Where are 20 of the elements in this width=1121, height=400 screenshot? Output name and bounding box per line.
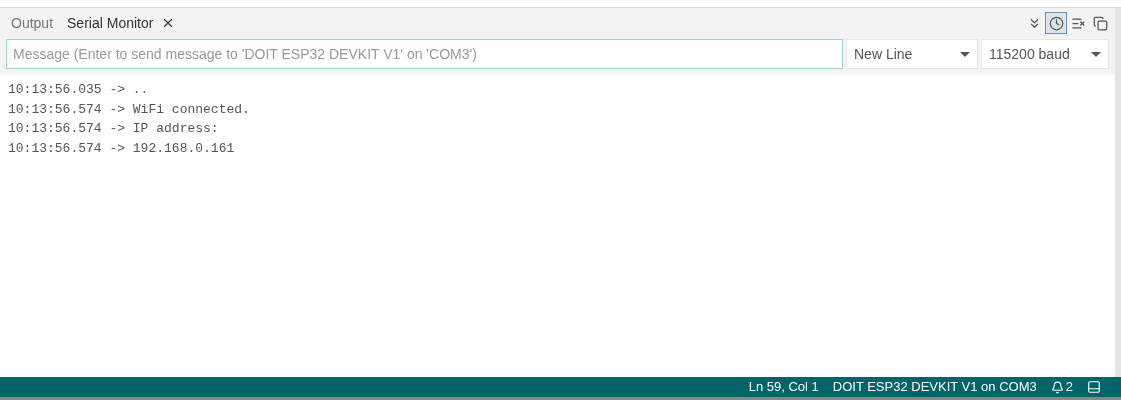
log-line: 10:13:56.035 -> .. [8, 81, 150, 99]
log-line: 10:13:56.574 -> 192.168.0.161 [8, 139, 236, 158]
caret-icon [1091, 51, 1101, 57]
notifications-button[interactable]: 2 [1050, 377, 1073, 397]
panel-icon[interactable] [1087, 380, 1101, 394]
copy-icon [1092, 15, 1108, 31]
bell-icon [1050, 380, 1064, 394]
clear-icon [1070, 15, 1086, 31]
log-line: 10:13:56.574 -> WiFi connected. [8, 100, 251, 119]
board-status[interactable]: DOIT ESP32 DEVKIT V1 on COM3 [832, 377, 1037, 397]
dropdown[interactable]: New Line [846, 39, 978, 69]
caret-icon [960, 51, 970, 57]
cursor-position[interactable]: Ln 59, Col 1 [748, 377, 819, 397]
clock-icon [1048, 15, 1064, 31]
toolbar-button[interactable] [1045, 12, 1067, 34]
dropdown[interactable]: 115200 baud [981, 39, 1109, 69]
panel-tab[interactable]: Serial Monitor [60, 10, 183, 36]
panel-tab[interactable]: Output [4, 10, 61, 36]
log-line: 10:13:56.574 -> IP address: [8, 120, 220, 138]
message-field[interactable]: Message (Enter to send message to 'DOIT ESP32 DEVKIT V1' on 'COM3') [6, 39, 843, 69]
